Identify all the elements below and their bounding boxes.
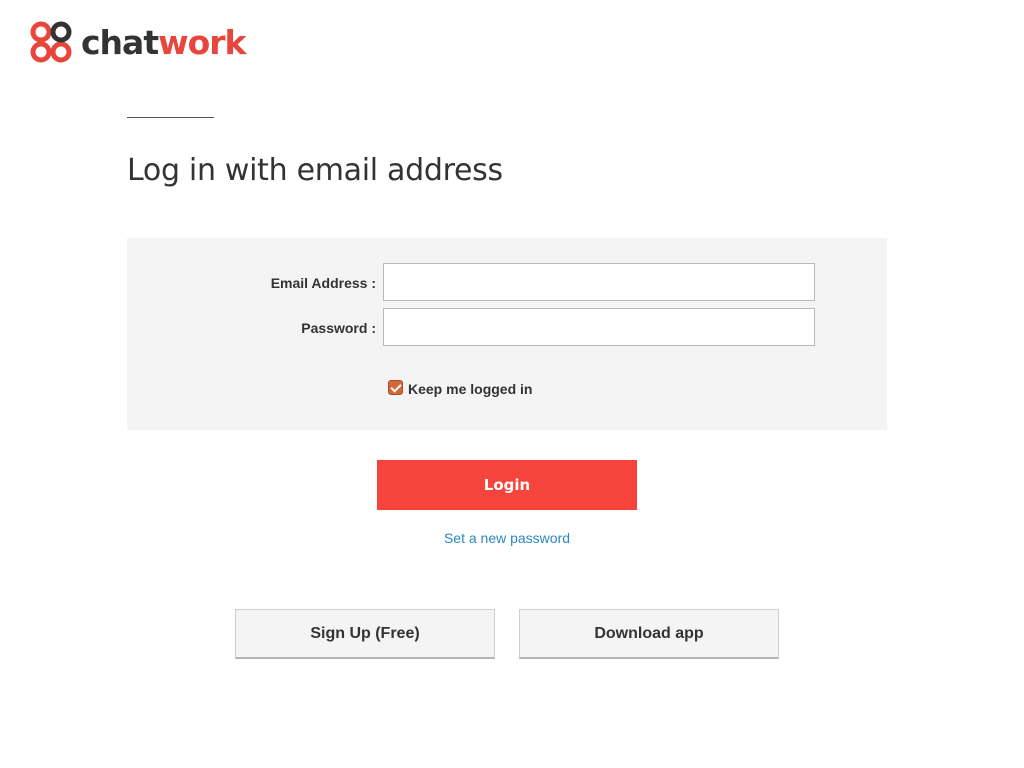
chatwork-logo[interactable]: chatwork [27,18,247,66]
login-button[interactable]: Login [377,460,637,510]
password-field[interactable] [383,308,815,346]
sign-up-button[interactable]: Sign Up (Free) [235,609,495,659]
logo-wordmark-chat: chat [81,22,159,62]
email-label: Email Address : [270,275,376,291]
password-label: Password : [301,320,376,336]
set-new-password-link[interactable]: Set a new password [0,530,1014,546]
login-form-panel: Email Address : Password : Keep me logge… [127,238,887,430]
page-title: Log in with email address [127,153,503,188]
keep-logged-in-row[interactable]: Keep me logged in [388,377,532,397]
email-field[interactable] [383,263,815,301]
title-divider [127,117,214,118]
logo-wordmark: chatwork [81,22,247,62]
download-app-button[interactable]: Download app [519,609,779,659]
chatwork-flower-icon [30,21,72,63]
keep-logged-in-label[interactable]: Keep me logged in [408,381,532,397]
login-page: chatwork Log in with email address Email… [0,0,1024,768]
logo-wordmark-work: work [158,22,246,62]
keep-logged-in-checkbox[interactable] [388,379,403,395]
